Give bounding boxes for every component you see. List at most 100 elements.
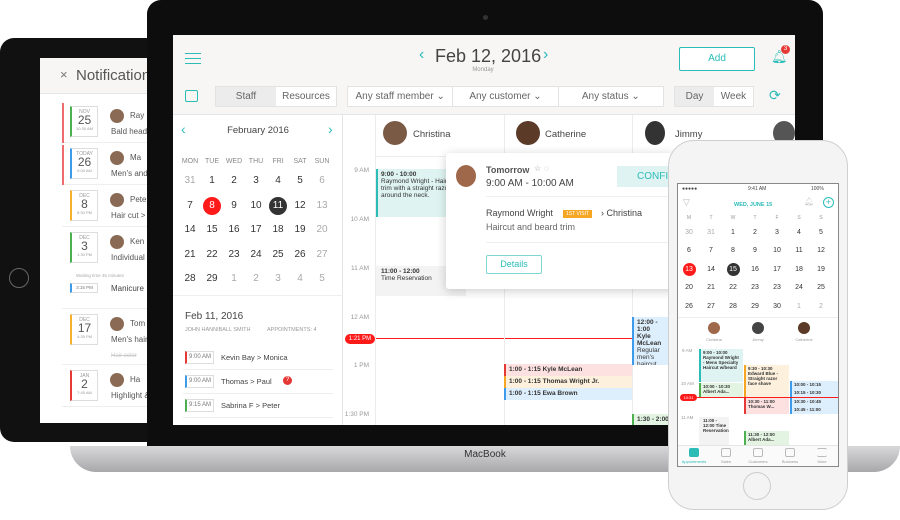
prev-month-icon[interactable]: ‹ <box>181 121 186 137</box>
staff-member-filter[interactable]: Any staff member ⌄ <box>348 87 452 106</box>
close-icon[interactable]: × <box>60 67 68 82</box>
calendar-day[interactable]: 18 <box>788 260 810 279</box>
calendar-day[interactable]: 23 <box>223 243 245 268</box>
calendar-day[interactable]: 11 <box>267 194 289 219</box>
notification-item[interactable]: TODAY 26 9:00 AM Ma Men's and <box>62 145 150 185</box>
calendar-day[interactable]: 3 <box>245 169 267 194</box>
calendar-day[interactable]: 5 <box>810 223 832 242</box>
calendar-day[interactable]: 18 <box>267 218 289 243</box>
calendar-day[interactable]: 20 <box>678 279 700 298</box>
calendar-day[interactable]: 8 <box>201 194 223 219</box>
notification-item[interactable]: NOV 25 10:30 AM Ray Bald head <box>62 103 150 143</box>
notification-item[interactable]: JAN 2 7:45 AM Ha Highlight & <box>62 367 150 407</box>
tab-customers[interactable]: Customers <box>742 448 774 464</box>
calendar-day[interactable]: 27 <box>311 243 333 268</box>
calendar-day[interactable]: 12 <box>810 242 832 261</box>
event-block[interactable]: 9:00 - 10:00 Raymond Wright - Mens Speci… <box>699 349 743 382</box>
calendar-day[interactable]: 17 <box>245 218 267 243</box>
calendar-day[interactable]: 15 <box>722 260 744 279</box>
calendar-day[interactable]: 3 <box>766 223 788 242</box>
appointment-row[interactable]: 9:00 AM Kevin Bay > Monica <box>183 346 333 370</box>
event-block[interactable]: 10:45 - 11:00 <box>790 406 838 414</box>
tab-sales[interactable]: Sales <box>710 448 742 464</box>
calendar-day[interactable]: 10 <box>245 194 267 219</box>
event-block[interactable]: 10:00 - 10:30 Albert Ada... <box>699 383 743 397</box>
day-tab[interactable]: Day <box>675 87 714 106</box>
calendar-day[interactable]: 22 <box>722 279 744 298</box>
calendar-day[interactable]: 3 <box>267 267 289 292</box>
calendar-day[interactable]: 12 <box>289 194 311 219</box>
next-date-icon[interactable]: › <box>543 46 548 64</box>
details-button[interactable]: Details <box>486 255 542 274</box>
calendar-day[interactable]: 21 <box>700 279 722 298</box>
event-block[interactable]: 1:00 - 1:15 Thomas Wright Jr. <box>504 376 632 388</box>
calendar-day[interactable]: 15 <box>201 218 223 243</box>
calendar-day[interactable]: 24 <box>245 243 267 268</box>
event-block[interactable]: 1:00 - 1:15 Kyle McLean <box>504 364 632 376</box>
calendar-day[interactable]: 11 <box>788 242 810 261</box>
calendar-day[interactable]: 17 <box>766 260 788 279</box>
calendar-day[interactable]: 23 <box>766 279 788 298</box>
event-block[interactable]: 10:15 - 10:30 <box>790 389 838 397</box>
appointment-row[interactable]: 9:00 AM Thomas > Paul? <box>183 370 333 394</box>
calendar-icon[interactable] <box>185 90 198 102</box>
calendar-day[interactable]: 22 <box>201 243 223 268</box>
calendar-day[interactable]: 27 <box>700 297 722 316</box>
calendar-day[interactable]: 26 <box>289 243 311 268</box>
calendar-day[interactable]: 2 <box>810 297 832 316</box>
resources-tab[interactable]: Resources <box>276 87 336 106</box>
appointment-row[interactable]: 9:15 AM Sabrina F > Peter <box>183 394 333 418</box>
calendar-day[interactable]: 9 <box>223 194 245 219</box>
calendar-day[interactable]: 19 <box>289 218 311 243</box>
question-icon[interactable]: ? <box>283 376 292 385</box>
calendar-day[interactable]: 31 <box>700 223 722 242</box>
filter-icon[interactable]: ▽ <box>683 197 690 208</box>
bell-icon[interactable]: 🔔︎ <box>804 197 814 206</box>
calendar-day[interactable]: 2 <box>744 223 766 242</box>
calendar-day[interactable]: 7 <box>700 242 722 261</box>
calendar-day[interactable]: 25 <box>810 279 832 298</box>
event-block[interactable]: 10:00 - 10:15 <box>790 381 838 389</box>
add-icon[interactable]: + <box>823 197 834 208</box>
calendar-day[interactable]: 19 <box>810 260 832 279</box>
calendar-day[interactable]: 5 <box>311 267 333 292</box>
calendar-day[interactable]: 4 <box>788 223 810 242</box>
tab-appointments[interactable]: Appointments <box>678 448 710 464</box>
event-block[interactable]: 1:00 - 1:15 Ewa Brown <box>504 388 632 400</box>
calendar-day[interactable]: 7 <box>179 194 201 219</box>
calendar-day[interactable]: 14 <box>179 218 201 243</box>
phone-date[interactable]: WED, JUNE 15 <box>734 202 772 208</box>
calendar-day[interactable]: 29 <box>744 297 766 316</box>
staff-tab[interactable]: Staff <box>216 87 276 106</box>
calendar-day[interactable]: 2 <box>223 169 245 194</box>
home-button[interactable] <box>9 268 29 288</box>
tab-more[interactable]: More <box>806 448 838 464</box>
calendar-day[interactable]: 23 <box>744 279 766 298</box>
calendar-day[interactable]: 31 <box>179 169 201 194</box>
notification-item[interactable]: DEC 17 4:35 PM Tom Men's hair Hair color <box>62 311 150 365</box>
calendar-day[interactable]: 2 <box>245 267 267 292</box>
calendar-day[interactable]: 8 <box>722 242 744 261</box>
calendar-day[interactable]: 30 <box>678 223 700 242</box>
refresh-icon[interactable]: ⟳ <box>769 87 781 104</box>
prev-date-icon[interactable]: ‹ <box>419 46 424 64</box>
notification-item[interactable]: DEC 8 5:30 PM Pete Hair cut > <box>62 187 150 227</box>
event-block[interactable]: 9:30 - 10:30 Edward Blue - Straight razo… <box>744 365 789 397</box>
calendar-day[interactable]: 28 <box>179 267 201 292</box>
calendar-day[interactable]: 14 <box>700 260 722 279</box>
status-filter[interactable]: Any status ⌄ <box>557 87 663 106</box>
calendar-day[interactable]: 29 <box>201 267 223 292</box>
calendar-day[interactable]: 16 <box>744 260 766 279</box>
add-button[interactable]: Add <box>679 47 755 71</box>
calendar-day[interactable]: 16 <box>223 218 245 243</box>
calendar-day[interactable]: 4 <box>289 267 311 292</box>
notification-item[interactable]: DEC 3 1:30 PM Ken Individual Waiting time 45 … <box>62 229 150 309</box>
calendar-day[interactable]: 1 <box>223 267 245 292</box>
event-block[interactable]: 11:30 - 12:00 Albert Ada... <box>744 431 789 445</box>
calendar-day[interactable]: 26 <box>678 297 700 316</box>
event-block[interactable]: 10:30 - 10:45 <box>790 398 838 406</box>
event-block[interactable]: 12:00 - 1:00 Kyle McLean Regular men's hai… <box>632 317 672 365</box>
calendar-day[interactable]: 1 <box>201 169 223 194</box>
star-icon[interactable]: ☆ <box>534 164 541 173</box>
week-tab[interactable]: Week <box>714 87 753 106</box>
